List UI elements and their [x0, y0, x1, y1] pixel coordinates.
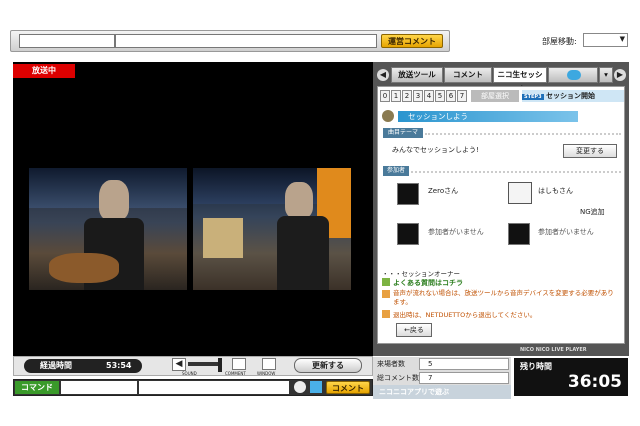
remain-label: 残り時間 [520, 362, 552, 371]
back-button[interactable]: ←戻る [396, 323, 432, 337]
note-exit: 退出時は、NETDUETTOから退出してください。 [393, 311, 537, 319]
comment-toggle-icon[interactable] [232, 358, 246, 370]
owner-legend: ・・・セッションオーナー [382, 270, 460, 278]
comment-button[interactable]: コメント [326, 381, 370, 394]
tab-session[interactable]: ニコ生セッション [493, 67, 547, 93]
room-select[interactable]: ▼ [583, 33, 628, 47]
tab-dropdown[interactable]: ▾ [599, 67, 613, 83]
stats-panel: 来場者数 5 総コメント数 7 ニコニコアプリで遊ぶ [373, 356, 511, 399]
control-bar: 経過時間 53:54 ◀ SOUND COMMENT WINDOW 更新する [13, 356, 373, 376]
step-0[interactable]: 0 [380, 90, 390, 102]
remain-value: 36:05 [567, 372, 622, 392]
step-3[interactable]: 3 [413, 90, 423, 102]
step-6[interactable]: 6 [446, 90, 456, 102]
session-icon [382, 110, 394, 122]
jump-button[interactable]: 運営コメント [381, 34, 443, 48]
warning-icon [382, 310, 390, 318]
participant-avatar-icon [508, 182, 532, 204]
command-input[interactable] [61, 381, 137, 394]
participant-slot-4 [508, 223, 530, 245]
participants-label: 参加者 [383, 166, 409, 176]
horse-mask [99, 180, 129, 220]
step-7[interactable]: 7 [457, 90, 467, 102]
on-air-badge: 放送中 [13, 64, 75, 78]
chevron-left-icon[interactable]: ◀ [377, 69, 389, 81]
tab-twitter[interactable] [548, 67, 598, 83]
volume-slider[interactable] [188, 362, 218, 366]
elapsed-time: 経過時間 53:54 [24, 359, 142, 373]
visitors-value: 5 [419, 358, 509, 370]
speaker-icon[interactable]: ◀ [172, 358, 186, 371]
room-label: 部屋移動: [542, 37, 577, 46]
faq-icon [382, 278, 390, 286]
window-icon[interactable] [262, 358, 276, 370]
ng-add-link[interactable]: NG追加 [580, 207, 605, 217]
tab-comment[interactable]: コメント [444, 67, 492, 83]
step-5[interactable]: 5 [435, 90, 445, 102]
top-bar: 運営コメント [10, 30, 450, 52]
warning-icon [382, 290, 390, 298]
participant-slot-1 [397, 183, 419, 205]
video-right [193, 168, 351, 290]
step-1[interactable]: 1 [391, 90, 401, 102]
top-field-b[interactable] [115, 34, 377, 48]
command-button[interactable]: コマンド [15, 381, 59, 394]
chevron-down-icon: ▼ [619, 35, 625, 43]
participant-empty: 参加者がいません [428, 228, 484, 236]
session-banner: セッションしよう [398, 111, 578, 122]
theme-label: 曲目テーマ [383, 128, 423, 138]
top-field-a[interactable] [19, 34, 115, 48]
step-room-select[interactable]: 部屋選択 [471, 90, 519, 102]
comment-input[interactable] [139, 381, 289, 394]
refresh-button[interactable]: 更新する [294, 358, 362, 373]
twitter-bird-icon [567, 70, 581, 80]
faq-link[interactable]: よくある質問はコチラ [393, 278, 463, 288]
player-brand: NICO NICO LIVE PLAYER [520, 347, 587, 353]
visitors-label: 来場者数 [377, 360, 405, 368]
command-bar: コマンド コメント [13, 379, 373, 396]
twitter-icon[interactable] [310, 381, 322, 393]
app-link[interactable]: ニコニコアプリで遊ぶ [373, 385, 511, 399]
video-left [29, 168, 187, 290]
participant-slot-3 [397, 223, 419, 245]
comments-value: 7 [419, 372, 509, 384]
step3-header: STEP3 セッション開始 [522, 90, 624, 102]
tab-broadcast-tool[interactable]: 放送ツール [391, 67, 443, 83]
step-2[interactable]: 2 [402, 90, 412, 102]
theme-text: みんなでセッションしよう! [392, 146, 479, 154]
step-4[interactable]: 4 [424, 90, 434, 102]
comments-label: 総コメント数 [377, 374, 419, 382]
remaining-time: 残り時間 36:05 [514, 358, 628, 396]
note-audio: 音声が流れない場合は、放送ツールから音声デバイスを変更する必要があります。 [393, 289, 614, 306]
participant-empty: 参加者がいません [538, 228, 594, 236]
chevron-right-icon[interactable]: ▶ [614, 69, 626, 81]
change-theme-button[interactable]: 変更する [563, 144, 617, 158]
participant-name: Zeroさん [428, 187, 459, 195]
participant-name: はしもさん [538, 187, 573, 195]
circle-icon[interactable] [294, 381, 306, 393]
